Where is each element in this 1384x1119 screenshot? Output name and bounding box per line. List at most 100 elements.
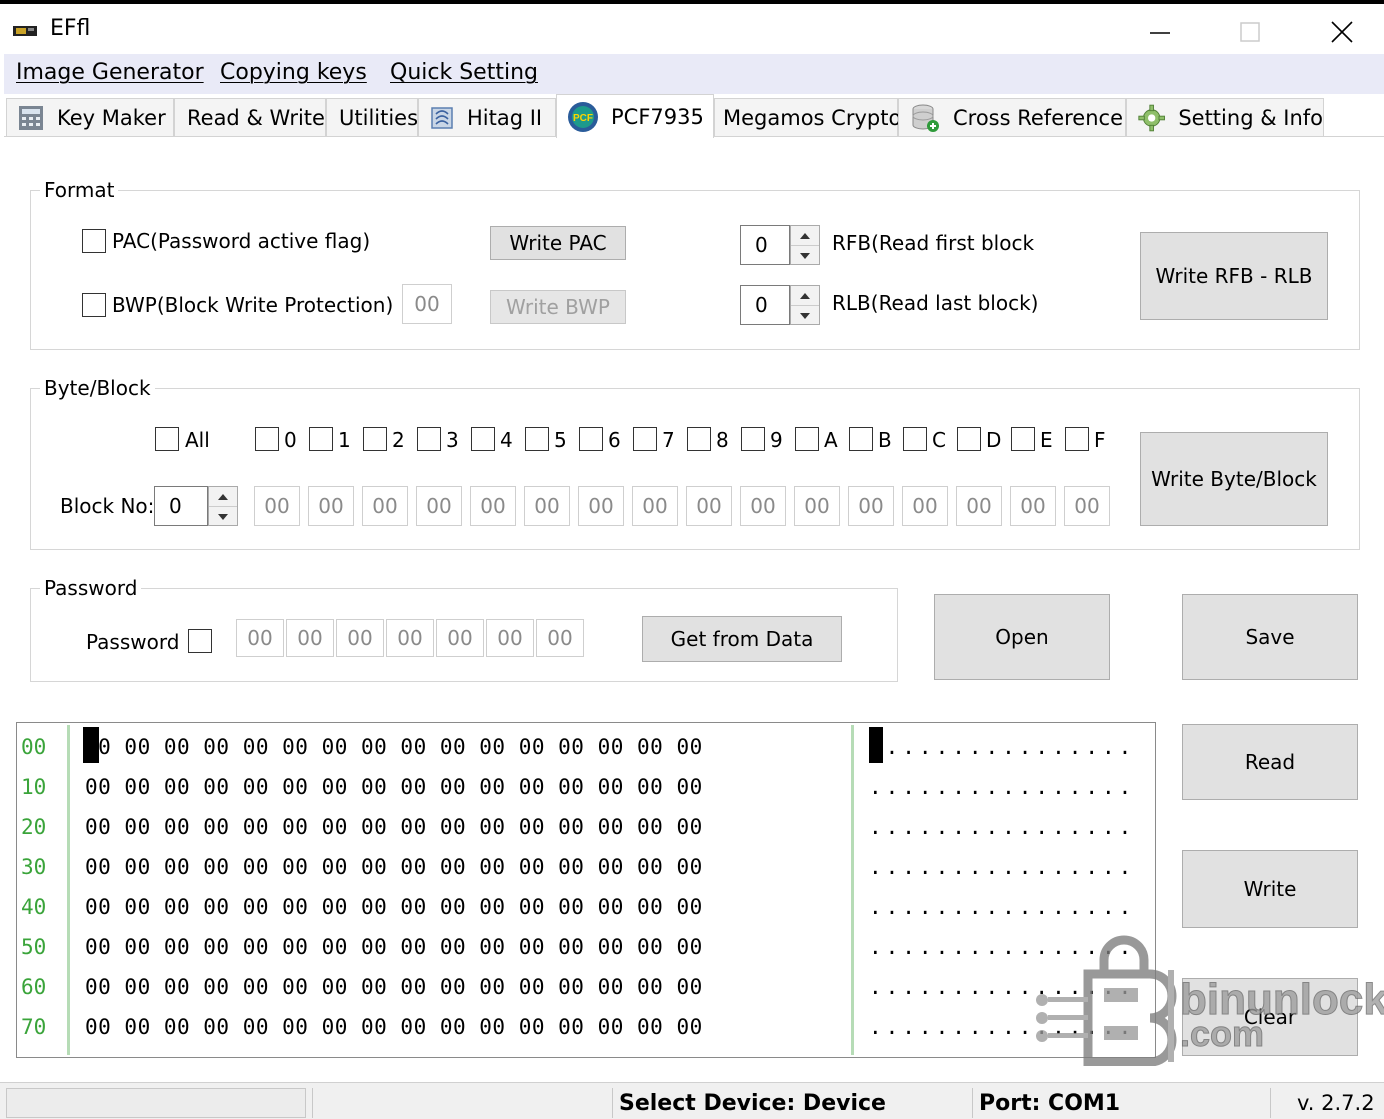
tab-cross-reference[interactable]: Cross Reference — [898, 98, 1126, 136]
menu-copying-keys[interactable]: Copying keys — [220, 60, 367, 85]
password-label: Password — [86, 630, 180, 654]
password-byte-input[interactable]: 00 — [486, 619, 534, 657]
byte-b-checkbox[interactable] — [849, 427, 873, 451]
status-progress-panel — [6, 1088, 306, 1118]
hex-row-bytes[interactable]: 00 00 00 00 00 00 00 00 00 00 00 00 00 0… — [85, 815, 703, 839]
byte-c-checkbox[interactable] — [903, 427, 927, 451]
hex-row-bytes[interactable]: 00 00 00 00 00 00 00 00 00 00 00 00 00 0… — [85, 1015, 703, 1039]
bwp-value-input[interactable]: 00 — [402, 284, 452, 324]
maximize-button[interactable] — [1216, 10, 1284, 54]
byte-value-input[interactable]: 00 — [848, 486, 894, 526]
get-from-data-button[interactable]: Get from Data — [642, 616, 842, 662]
byte-1-checkbox[interactable] — [309, 427, 333, 451]
hex-row-ascii[interactable]: ................ — [869, 735, 1135, 759]
tab-pcf7935[interactable]: PCF PCF7935 — [556, 94, 714, 138]
byte-value-input[interactable]: 00 — [524, 486, 570, 526]
byte-6-checkbox[interactable] — [579, 427, 603, 451]
byte-8-checkbox[interactable] — [687, 427, 711, 451]
password-byte-input[interactable]: 00 — [286, 619, 334, 657]
hex-row-bytes[interactable]: 00 00 00 00 00 00 00 00 00 00 00 00 00 0… — [85, 855, 703, 879]
byte-value-input[interactable]: 00 — [308, 486, 354, 526]
save-button[interactable]: Save — [1182, 594, 1358, 680]
byte-2-checkbox[interactable] — [363, 427, 387, 451]
rlb-spinner[interactable] — [790, 285, 820, 325]
rfb-label: RFB(Read first block — [832, 231, 1035, 255]
byte-c-label: C — [932, 428, 946, 452]
hex-editor[interactable]: 00 00 00 00 00 00 00 00 00 00 00 00 00 00… — [16, 722, 1156, 1058]
hex-row-bytes[interactable]: 00 00 00 00 00 00 00 00 00 00 00 00 00 0… — [85, 735, 703, 759]
byte-value-input[interactable]: 00 — [1064, 486, 1110, 526]
close-icon — [1331, 21, 1353, 43]
byte-e-checkbox[interactable] — [1011, 427, 1035, 451]
hex-row-bytes[interactable]: 00 00 00 00 00 00 00 00 00 00 00 00 00 0… — [85, 895, 703, 919]
hex-row-bytes[interactable]: 00 00 00 00 00 00 00 00 00 00 00 00 00 0… — [85, 975, 703, 999]
tab-read-write[interactable]: Read & Write — [174, 98, 326, 136]
tab-setting-info[interactable]: Setting & Info — [1126, 98, 1324, 136]
password-byte-input[interactable]: 00 — [386, 619, 434, 657]
byte-value-input[interactable]: 00 — [794, 486, 840, 526]
minimize-button[interactable] — [1126, 10, 1194, 54]
write-byte-block-button[interactable]: Write Byte/Block — [1140, 432, 1328, 526]
byte-9-checkbox[interactable] — [741, 427, 765, 451]
byte-5-checkbox[interactable] — [525, 427, 549, 451]
hex-ascii-divider — [851, 725, 854, 1055]
close-button[interactable] — [1308, 10, 1376, 54]
pac-checkbox[interactable] — [82, 229, 106, 253]
spin-down-icon[interactable] — [791, 306, 819, 325]
hex-row-bytes[interactable]: 00 00 00 00 00 00 00 00 00 00 00 00 00 0… — [85, 935, 703, 959]
open-button[interactable]: Open — [934, 594, 1110, 680]
byte-2-label: 2 — [392, 428, 405, 452]
byte-3-checkbox[interactable] — [417, 427, 441, 451]
password-byte-input[interactable]: 00 — [336, 619, 384, 657]
byte-4-checkbox[interactable] — [471, 427, 495, 451]
hex-row-ascii[interactable]: ................ — [869, 895, 1135, 919]
block-no-spinner[interactable] — [208, 486, 238, 526]
tab-utilities[interactable]: Utilities — [326, 98, 418, 136]
byte-value-input[interactable]: 00 — [362, 486, 408, 526]
hex-row-ascii[interactable]: ................ — [869, 855, 1135, 879]
spin-up-icon[interactable] — [791, 286, 819, 306]
byte-value-input[interactable]: 00 — [686, 486, 732, 526]
menu-image-generator[interactable]: Image Generator — [16, 60, 204, 85]
byte-0-checkbox[interactable] — [255, 427, 279, 451]
rfb-spinner[interactable] — [790, 225, 820, 265]
pcf-badge-icon: PCF — [568, 101, 598, 132]
spin-down-icon[interactable] — [209, 507, 237, 526]
spin-down-icon[interactable] — [791, 246, 819, 265]
byte-f-checkbox[interactable] — [1065, 427, 1089, 451]
password-checkbox[interactable] — [188, 629, 212, 653]
byte-value-input[interactable]: 00 — [902, 486, 948, 526]
byte-a-checkbox[interactable] — [795, 427, 819, 451]
rfb-input[interactable]: 0 — [740, 225, 790, 265]
byte-value-input[interactable]: 00 — [740, 486, 786, 526]
rlb-input[interactable]: 0 — [740, 285, 790, 325]
password-byte-input[interactable]: 00 — [436, 619, 484, 657]
all-bytes-checkbox[interactable] — [155, 427, 179, 451]
spin-up-icon[interactable] — [209, 487, 237, 507]
write-button[interactable]: Write — [1182, 850, 1358, 928]
block-no-input[interactable]: 0 — [154, 486, 208, 526]
read-button[interactable]: Read — [1182, 724, 1358, 800]
byte-value-input[interactable]: 00 — [1010, 486, 1056, 526]
byte-value-input[interactable]: 00 — [632, 486, 678, 526]
write-pac-button[interactable]: Write PAC — [490, 226, 626, 260]
hex-row-bytes[interactable]: 00 00 00 00 00 00 00 00 00 00 00 00 00 0… — [85, 775, 703, 799]
password-byte-input[interactable]: 00 — [536, 619, 584, 657]
byte-value-input[interactable]: 00 — [254, 486, 300, 526]
byte-value-input[interactable]: 00 — [470, 486, 516, 526]
tab-hitag-ii[interactable]: Hitag II — [418, 98, 556, 136]
hex-row-ascii[interactable]: ................ — [869, 815, 1135, 839]
bwp-checkbox[interactable] — [82, 293, 106, 317]
hex-row-ascii[interactable]: ................ — [869, 775, 1135, 799]
byte-value-input[interactable]: 00 — [956, 486, 1002, 526]
byte-value-input[interactable]: 00 — [578, 486, 624, 526]
write-rfb-rlb-button[interactable]: Write RFB - RLB — [1140, 232, 1328, 320]
byte-7-checkbox[interactable] — [633, 427, 657, 451]
byte-d-checkbox[interactable] — [957, 427, 981, 451]
password-byte-input[interactable]: 00 — [236, 619, 284, 657]
tab-key-maker[interactable]: Key Maker — [6, 98, 174, 136]
menu-quick-setting[interactable]: Quick Setting — [390, 60, 538, 85]
tab-megamos-crypto[interactable]: Megamos Crypto — [714, 98, 901, 136]
byte-value-input[interactable]: 00 — [416, 486, 462, 526]
spin-up-icon[interactable] — [791, 226, 819, 246]
